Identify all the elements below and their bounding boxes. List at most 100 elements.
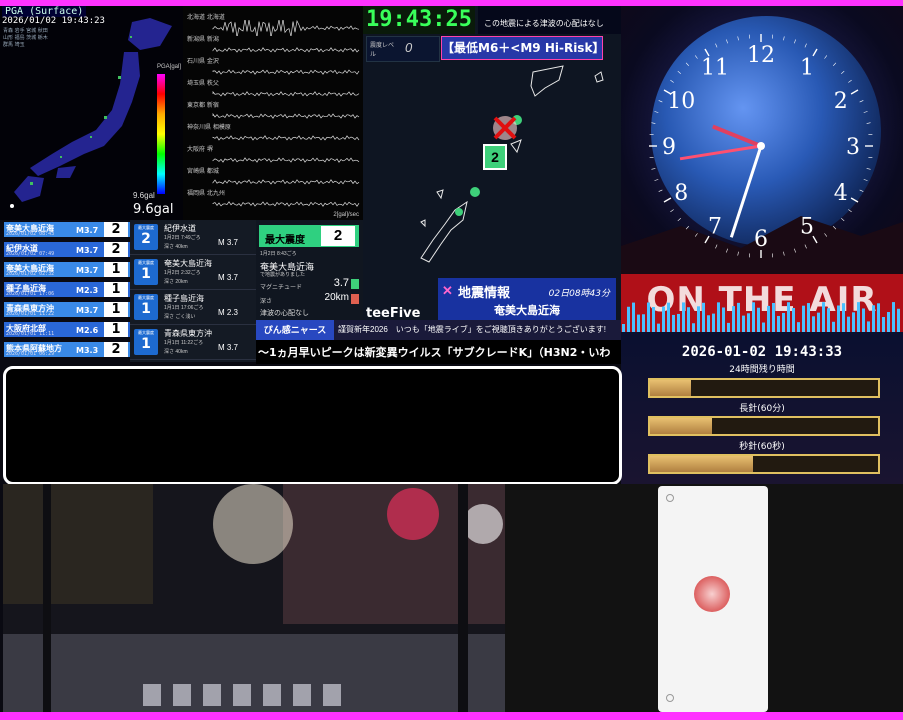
second-hand (729, 145, 763, 238)
detail-list-item[interactable]: 最大震度 1 奄美大島近海 1月2日 2:32ごろ 深さ 20km M 3.7 (130, 255, 256, 290)
detail-intensity-badge: 最大震度 1 (134, 294, 158, 320)
bar1-label: 24時間残り時間 (729, 365, 795, 375)
second-progress-fill (650, 456, 753, 472)
timer-panel: 2026-01-02 19:43:33 24時間残り時間 長針(60分) 秒針(… (621, 332, 903, 484)
intensity-item-value: 2 (104, 242, 128, 257)
on-the-air-banner: ON THE AIR (621, 274, 903, 332)
svg-text:3: 3 (846, 135, 860, 160)
intensity-item-date: 2026/01/01 17:06 (6, 291, 55, 297)
seismo-trace (212, 201, 360, 207)
magnitude-value: 3.7 (333, 277, 349, 289)
timer-datetime: 2026-01-02 19:43:33 (681, 344, 843, 360)
intensity-item-value: 1 (104, 322, 128, 337)
svg-text:2: 2 (834, 89, 848, 114)
minute-hand (679, 144, 762, 161)
intensity-item-value: 2 (104, 222, 128, 237)
second-progress-bar (648, 454, 880, 474)
minute-progress-bar (648, 416, 880, 436)
epicenter-intensity-badge: 2 (483, 144, 507, 170)
intensity-item-mag: M3.7 (76, 226, 99, 235)
intensity-item-date: 2026/01/01 06:29 (6, 351, 55, 357)
hour-hand (712, 124, 762, 148)
detail-list-item[interactable]: 最大震度 1 青森県東方沖 1月1日 11:22ごろ 深さ 40km M 3.7 (130, 325, 256, 360)
seismo-footer: 2[gal]/sec (333, 212, 359, 218)
eq-info-x-icon: ✕ (442, 283, 453, 298)
avatar (694, 576, 730, 612)
detail-depth: 深さ ごく浅い (164, 314, 196, 320)
intensity-list: 奄美大島近海 2026/01/02 08:43 M3.7 2 紀伊水道 2026/01/0… (4, 220, 130, 362)
intensity-list-item[interactable]: 奄美大島近海 2026/01/02 08:43 M3.7 2 (4, 222, 130, 237)
detail-name: 種子島近海 (164, 294, 204, 303)
detail-depth: 深さ 40km (164, 244, 188, 250)
epicenter-x-icon (493, 116, 517, 140)
magnitude-indicator (351, 279, 359, 289)
detail-depth: 深さ 20km (164, 279, 188, 285)
search-icon[interactable] (666, 694, 674, 702)
intensity-list-item[interactable]: 種子島近海 2026/01/01 17:06 M2.3 1 (4, 282, 130, 297)
day-progress-bar (648, 378, 880, 398)
ticker-message: 謹賀新年2026 いつも「地震ライブ」をご視聴頂きありがとうございます! (338, 325, 607, 334)
street-camera-view (3, 484, 505, 712)
intensity-list-item[interactable]: 大阪府北部 2026/01/01 11:11 M2.6 1 (4, 322, 130, 337)
risk-banner: 【最低M6＋<M9 Hi-Risk】 (441, 36, 604, 60)
intensity-list-item[interactable]: 紀伊水道 2026/01/02 07:49 M3.7 2 (4, 242, 130, 257)
intensity-item-mag: M3.7 (76, 266, 99, 275)
intensity-list-item[interactable]: 熊本県阿蘇地方 2026/01/01 06:29 M3.3 2 (4, 342, 130, 357)
max-intensity-label: 最大震度 (265, 235, 305, 246)
detail-name: 紀伊水道 (164, 224, 196, 233)
pga-scale-label: PGA[gal] (157, 64, 182, 70)
shindo-level-label: 震度レベル (370, 43, 395, 58)
ticker-tag: ぴん感ニャース (256, 320, 334, 340)
intensity-item-mag: M2.3 (76, 286, 99, 295)
detail-intensity-badge: 最大震度 1 (134, 329, 158, 355)
earthquake-detail-list: 最大震度 2 紀伊水道 1月2日 7:49ごろ 深さ 40km M 3.7 最大震度 1 奄美大… (130, 220, 256, 362)
intensity-item-mag: M3.7 (76, 246, 99, 255)
analog-clock: 1234567891011 12 (649, 34, 873, 258)
detail-date: 1月2日 2:32ごろ (164, 270, 201, 276)
intensity-item-date: 2026/01/01 11:11 (6, 331, 55, 337)
detail-mag: M 2.3 (218, 308, 239, 317)
detail-list-item[interactable]: 最大震度 2 紀伊水道 1月2日 7:49ごろ 深さ 40km M 3.7 (130, 220, 256, 255)
intensity-item-mag: M3.3 (76, 346, 99, 355)
depth-value: 20km (324, 292, 349, 303)
audio-equalizer (622, 302, 900, 332)
svg-text:7: 7 (708, 215, 722, 240)
intensity-item-mag: M3.7 (76, 306, 99, 315)
max-time: 1月2日 8:43ごろ (260, 251, 297, 257)
intensity-item-date: 2026/01/01 11:22 (6, 311, 55, 317)
settings-icon[interactable] (666, 494, 674, 502)
intensity-item-date: 2026/01/02 07:49 (6, 251, 55, 257)
epicenter-map-panel: 19:43:25 この地震による津波の心配はなし 震度レベル 0 【最低M6＋<… (363, 6, 621, 320)
pga-map-panel: PGA (Surface) 2026/01/02 19:43:23 青森 岩手 … (0, 6, 183, 220)
news-bar: ～1ヵ月早いピークは新変異ウイルス「サブクレードK」（H3N2・いわ (256, 340, 621, 364)
detail-list-item[interactable]: 最大震度 1 種子島近海 1月1日 17:06ごろ 深さ ごく浅い M 2.3 (130, 290, 256, 325)
shindo-level-box: 震度レベル 0 (366, 36, 440, 62)
day-progress-fill (650, 380, 692, 396)
detail-depth: 深さ 40km (164, 349, 188, 355)
intensity-item-value: 1 (104, 262, 128, 277)
bottom-border (0, 712, 903, 720)
tsunami-status: 津波の心配なし (260, 310, 309, 317)
analog-clock-panel: 1 2 3 4 5 6 7 8 9 10 11 12 (621, 6, 903, 274)
detail-mag: M 3.7 (218, 238, 239, 247)
depth-indicator (351, 294, 359, 304)
phone-screen (658, 486, 768, 712)
max-place-sub: で地震がありました (260, 272, 306, 278)
street-scene (3, 484, 505, 712)
bar3-label: 秒針(60秒) (739, 442, 785, 452)
intensity-item-value: 2 (104, 342, 128, 357)
intensity-list-item[interactable]: 青森県東方沖 2026/01/01 11:22 M3.7 1 (4, 302, 130, 317)
minute-progress-fill (650, 418, 712, 434)
detail-mag: M 3.7 (218, 273, 239, 282)
max-intensity-header: 最大震度 2 (259, 225, 359, 247)
pga-gal-value: 9.6gal (133, 202, 174, 217)
intensity-item-value: 1 (104, 282, 128, 297)
detail-mag: M 3.7 (218, 343, 239, 352)
pga-station-list: 青森 岩手 宮城 秋田 山形 福島 茨城 栃木 群馬 埼玉 (3, 28, 48, 48)
news-text: ～1ヵ月早いピークは新変異ウイルス「サブクレードK」（H3N2・いわ (258, 346, 611, 359)
intensity-list-item[interactable]: 奄美大島近海 2026/01/02 02:32 M3.7 1 (4, 262, 130, 277)
intensity-item-value: 1 (104, 302, 128, 317)
map-brand-logo: teeFive (366, 306, 421, 320)
svg-text:4: 4 (834, 181, 848, 206)
svg-text:8: 8 (674, 181, 688, 206)
